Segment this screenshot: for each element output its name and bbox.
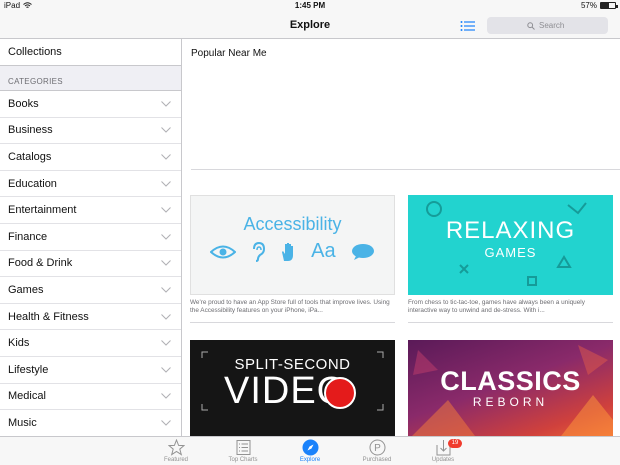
relaxing-title: RELAXING	[445, 217, 576, 244]
speech-bubble-icon	[351, 243, 374, 260]
accessibility-description: We're proud to have an App Store full of…	[190, 295, 395, 323]
category-item-food-drink[interactable]: Food & Drink	[0, 251, 181, 278]
category-label: Education	[8, 177, 57, 190]
tab-explore[interactable]: Explore	[280, 439, 340, 463]
purchased-icon: P	[369, 439, 385, 456]
chevron-down-icon	[161, 100, 171, 107]
tab-bar: Featured Top Charts Explore P Purchased …	[0, 436, 620, 465]
category-label: Lifestyle	[8, 363, 49, 376]
chevron-down-icon	[161, 340, 171, 346]
chevron-down-icon	[161, 393, 171, 400]
chevron-down-icon	[161, 180, 171, 187]
category-item-finance[interactable]: Finance	[0, 224, 181, 251]
hand-icon	[282, 242, 294, 261]
chevron-down-icon	[161, 313, 171, 320]
classics-title: CLASSICS	[440, 366, 581, 396]
accessibility-title: Accessibility	[243, 214, 342, 234]
category-item-education[interactable]: Education	[0, 171, 181, 198]
chevron-down-icon	[161, 127, 171, 134]
navigation-bar: Explore Search	[0, 12, 620, 39]
category-label: Food & Drink	[8, 257, 73, 270]
status-bar: iPad 1:45 PM 57%	[0, 0, 620, 12]
compass-icon	[302, 439, 318, 456]
ear-icon	[253, 241, 266, 262]
category-label: Business	[8, 124, 53, 137]
category-item-business[interactable]: Business	[0, 118, 181, 145]
tab-top-charts[interactable]: Top Charts	[213, 439, 273, 463]
category-item-books[interactable]: Books	[0, 91, 181, 118]
category-item-health-fitness[interactable]: Health & Fitness	[0, 304, 181, 331]
main-content: Popular Near Me Accessibility Aa We're p…	[183, 39, 620, 436]
list-icon	[236, 440, 250, 455]
tab-explore-label: Explore	[299, 457, 321, 463]
chevron-down-icon	[161, 420, 171, 426]
accessibility-card[interactable]: Accessibility Aa We're proud to have an …	[190, 195, 395, 323]
category-label: Kids	[8, 337, 30, 350]
svg-text:P: P	[374, 443, 381, 454]
tab-top-charts-label: Top Charts	[228, 457, 258, 463]
battery-fill	[601, 3, 609, 8]
battery-percent: 57%	[580, 1, 597, 10]
tab-updates-label: Updates	[431, 457, 455, 463]
tab-purchased-label: Purchased	[362, 457, 392, 463]
reborn-subtitle: REBORN	[472, 395, 549, 409]
category-item-entertainment[interactable]: Entertainment	[0, 197, 181, 224]
tab-purchased[interactable]: P Purchased	[347, 439, 407, 463]
tab-updates[interactable]: Updates 19	[413, 439, 473, 463]
classics-banner: CLASSICS REBORN	[408, 340, 613, 436]
split-second-video-card[interactable]: SPLIT-SECOND VIDEO	[190, 340, 395, 436]
category-item-music[interactable]: Music	[0, 410, 181, 436]
chevron-down-icon	[161, 366, 171, 373]
text-size-icon: Aa	[311, 240, 336, 262]
chevron-down-icon	[161, 154, 171, 160]
category-label: Games	[8, 283, 44, 296]
chevron-down-icon	[161, 233, 171, 240]
category-item-catalogs[interactable]: Catalogs	[0, 144, 181, 171]
status-time: 1:45 PM	[294, 1, 326, 10]
chevron-down-icon	[161, 287, 171, 293]
category-item-medical[interactable]: Medical	[0, 384, 181, 411]
section-divider	[191, 169, 620, 170]
search-icon	[527, 21, 535, 30]
record-dot-icon	[324, 377, 356, 409]
chevron-down-icon	[161, 207, 171, 213]
category-label: Health & Fitness	[8, 310, 89, 323]
category-label: Entertainment	[8, 204, 77, 217]
classics-reborn-card[interactable]: CLASSICS REBORN	[408, 340, 613, 436]
eye-icon	[210, 245, 237, 258]
sidebar: Collections CATEGORIES Books Business Cata…	[0, 39, 182, 436]
search-placeholder: Search	[539, 21, 565, 30]
category-list: Books Business Catalogs Education Entertainm…	[0, 91, 181, 436]
video-banner: SPLIT-SECOND VIDEO	[190, 340, 395, 436]
category-item-kids[interactable]: Kids	[0, 330, 181, 357]
relaxing-games-banner: RELAXING GAMES	[408, 195, 613, 295]
updates-badge: 19	[448, 439, 462, 448]
categories-header: CATEGORIES	[0, 66, 181, 91]
category-label: Medical	[8, 390, 46, 403]
category-item-lifestyle[interactable]: Lifestyle	[0, 357, 181, 384]
list-view-icon[interactable]	[460, 20, 476, 32]
category-label: Catalogs	[8, 150, 52, 163]
popular-near-me-title: Popular Near Me	[191, 48, 267, 59]
games-subtitle: GAMES	[484, 245, 537, 260]
category-label: Books	[8, 97, 39, 110]
tab-featured[interactable]: Featured	[146, 439, 206, 463]
app-store-screen: iPad 1:45 PM 57% Explore Search Collecti…	[0, 0, 620, 465]
tab-featured-label: Featured	[163, 457, 188, 463]
collections-item[interactable]: Collections	[0, 39, 181, 66]
category-item-games[interactable]: Games	[0, 277, 181, 304]
relaxing-games-card[interactable]: RELAXING GAMES From chess to tic-tac-toe…	[408, 195, 613, 323]
category-label: Finance	[8, 230, 48, 243]
relaxing-games-description: From chess to tic-tac-toe, games have al…	[408, 295, 613, 323]
battery-icon	[600, 2, 618, 9]
search-field[interactable]: Search	[487, 17, 608, 34]
star-icon	[167, 439, 185, 456]
chevron-down-icon	[161, 260, 171, 267]
accessibility-banner: Accessibility Aa	[190, 195, 395, 295]
category-label: Music	[8, 416, 37, 429]
